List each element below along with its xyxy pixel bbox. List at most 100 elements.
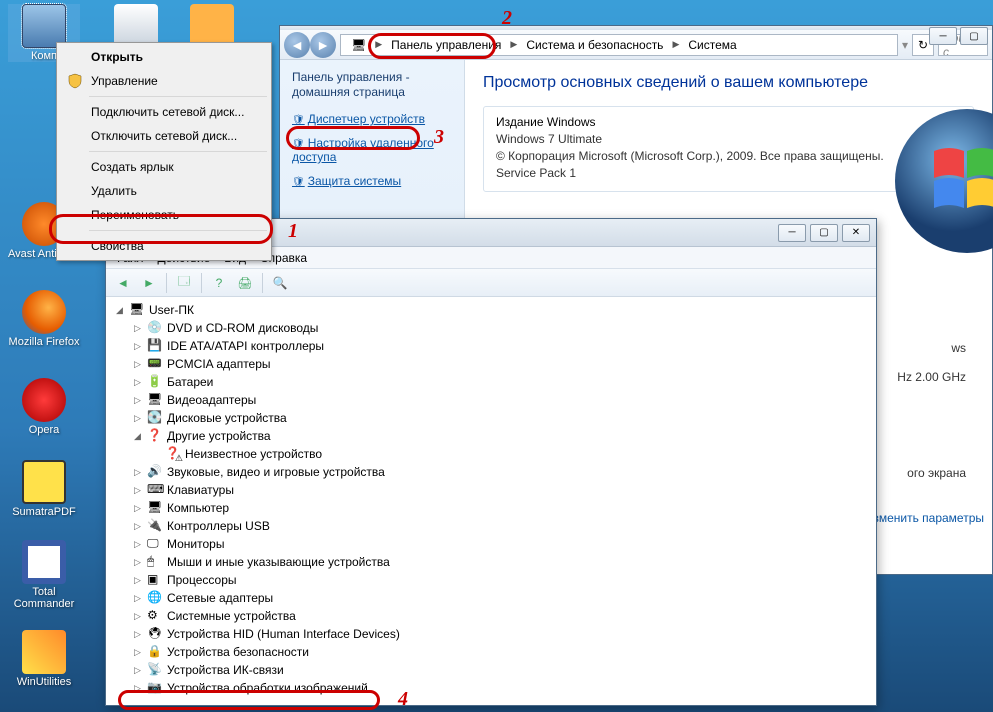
expand-icon[interactable]: ▷ [132,611,143,622]
address-bar[interactable]: 🖥 ▶ Панель управления ▶ Система и безопа… [340,34,898,56]
tree-node[interactable]: ▷⚙Системные устройства [132,607,868,625]
nav-back-button[interactable]: ◄ [284,32,310,58]
maximize-button[interactable]: ▢ [960,27,988,45]
device-category-icon: ▣ [147,572,163,588]
tree-node[interactable]: ◢❓Другие устройства [132,427,868,445]
tree-node-label: Дисковые устройства [167,411,287,425]
tree-node[interactable]: ▷🖥Компьютер [132,499,868,517]
expand-icon[interactable]: ▷ [132,557,143,568]
expand-icon[interactable]: ▷ [132,629,143,640]
tree-node-label: Сетевые адаптеры [167,591,273,605]
toolbar-scan-icon[interactable]: 🔍 [269,272,291,294]
ctx-open[interactable]: Открыть [59,45,269,69]
tree-node[interactable]: ▷🔌Контроллеры USB [132,517,868,535]
desktop-icon-opera[interactable]: Opera [8,378,80,436]
expand-icon[interactable]: ▷ [132,665,143,676]
device-category-icon: 💿 [147,320,163,336]
expand-icon[interactable]: ▷ [132,359,143,370]
sidebar-device-manager-link[interactable]: Диспетчер устройств [292,112,452,126]
sidebar-home-link[interactable]: Панель управления - домашняя страница [292,70,452,100]
expand-icon[interactable]: ▷ [132,377,143,388]
tree-node[interactable]: ▷🖵Мониторы [132,535,868,553]
breadcrumb-icon[interactable]: 🖥 [345,37,372,53]
tree-node[interactable]: ▷💿DVD и CD-ROM дисководы [132,319,868,337]
expand-icon[interactable]: ▷ [132,575,143,586]
tree-node[interactable]: ▷🔋Батареи [132,373,868,391]
expand-icon[interactable]: ▷ [132,341,143,352]
expand-icon[interactable]: ▷ [132,647,143,658]
device-category-icon: ❓ [147,428,163,444]
minimize-button[interactable]: ─ [778,224,806,242]
expand-icon[interactable]: ▷ [132,503,143,514]
tree-node[interactable]: ▷💾IDE ATA/ATAPI контроллеры [132,337,868,355]
tree-node[interactable]: ▷📡Устройства ИК-связи [132,661,868,679]
spacer [150,449,161,460]
expand-icon[interactable]: ▷ [132,485,143,496]
ctx-delete[interactable]: Удалить [59,179,269,203]
device-manager-toolbar: ◄ ► 🗔 ? 🖨 🔍 [106,269,876,297]
toolbar-back-icon[interactable]: ◄ [112,272,134,294]
desktop-icon-label: Mozilla Firefox [8,336,80,348]
toolbar-print-icon[interactable]: 🖨 [234,272,256,294]
expand-icon[interactable]: ▷ [132,323,143,334]
collapse-icon[interactable]: ◢ [132,431,143,442]
expand-icon[interactable]: ▷ [132,467,143,478]
device-category-icon: 🔒 [147,644,163,660]
minimize-button[interactable]: ─ [929,27,957,45]
device-category-icon: ⚙ [147,608,163,624]
desktop-icon-winutilities[interactable]: WinUtilities [8,630,80,688]
tree-node[interactable]: ▷📷Устройства обработки изображений [132,679,868,697]
tree-node[interactable]: ▷⌨Клавиатуры [132,481,868,499]
annotation-3-number: 3 [434,126,444,149]
maximize-button[interactable]: ▢ [810,224,838,242]
collapse-icon[interactable]: ◢ [114,305,125,316]
ctx-rename[interactable]: Переименовать [59,203,269,227]
desktop-icon-firefox[interactable]: Mozilla Firefox [8,290,80,348]
sidebar-remote-link[interactable]: Настройка удаленного доступа [292,136,452,164]
desktop-icon-totalcmd[interactable]: Total Commander [8,540,80,610]
expand-icon[interactable]: ▷ [132,521,143,532]
tree-node[interactable]: ▷🖲Устройства HID (Human Interface Device… [132,625,868,643]
expand-icon[interactable]: ▷ [132,593,143,604]
toolbar-help-icon[interactable]: ? [208,272,230,294]
expand-icon[interactable]: ▷ [132,395,143,406]
ctx-map-drive[interactable]: Подключить сетевой диск... [59,100,269,124]
tree-node[interactable]: ▷📟PCMCIA адаптеры [132,355,868,373]
tree-node[interactable]: ▷🖱Мыши и иные указывающие устройства [132,553,868,571]
ctx-open-label: Открыть [91,50,143,64]
separator [89,96,267,97]
ctx-properties[interactable]: Свойства [59,234,269,258]
tree-node[interactable]: ▷🔒Устройства безопасности [132,643,868,661]
desktop-icon-label: SumatraPDF [8,506,80,518]
tree-root[interactable]: ◢ 🖥 User-ПК [114,301,868,319]
tree-node-label: Звуковые, видео и игровые устройства [167,465,385,479]
expand-icon[interactable]: ▷ [132,683,143,694]
breadcrumb-security[interactable]: Система и безопасность [520,37,669,53]
tree-node[interactable]: ▷💽Дисковые устройства [132,409,868,427]
device-category-icon: 🖥 [147,500,163,516]
tree-node-label: IDE ATA/ATAPI контроллеры [167,339,324,353]
tree-node[interactable]: ▷🔊Звуковые, видео и игровые устройства [132,463,868,481]
close-button[interactable]: ✕ [842,224,870,242]
tree-node-label: Устройства обработки изображений [167,681,368,695]
toolbar-detail-icon[interactable]: 🗔 [173,272,195,294]
breadcrumb-control-panel[interactable]: Панель управления [385,37,507,53]
sidebar-system-protection-link[interactable]: Защита системы [292,174,452,188]
ctx-shortcut[interactable]: Создать ярлык [59,155,269,179]
device-tree[interactable]: ◢ 🖥 User-ПК ▷💿DVD и CD-ROM дисководы▷💾ID… [106,297,876,705]
tree-node[interactable]: ▷🖥Видеоадаптеры [132,391,868,409]
desktop-icon-label: Total Commander [8,586,80,610]
tree-node[interactable]: ▷🌐Сетевые адаптеры [132,589,868,607]
ctx-unmap-drive[interactable]: Отключить сетевой диск... [59,124,269,148]
expand-icon[interactable]: ▷ [132,539,143,550]
desktop-icon-sumatra[interactable]: SumatraPDF [8,460,80,518]
ctx-manage[interactable]: Управление [59,69,269,93]
breadcrumb-system[interactable]: Система [682,37,742,53]
tree-node[interactable]: ▷▣Процессоры [132,571,868,589]
context-menu: Открыть Управление Подключить сетевой ди… [56,42,272,261]
toolbar-forward-icon[interactable]: ► [138,272,160,294]
nav-forward-button[interactable]: ► [310,32,336,58]
tree-node-unknown-device[interactable]: ❓⚠Неизвестное устройство [150,445,868,463]
partial-text-ws: ws [951,341,966,355]
expand-icon[interactable]: ▷ [132,413,143,424]
